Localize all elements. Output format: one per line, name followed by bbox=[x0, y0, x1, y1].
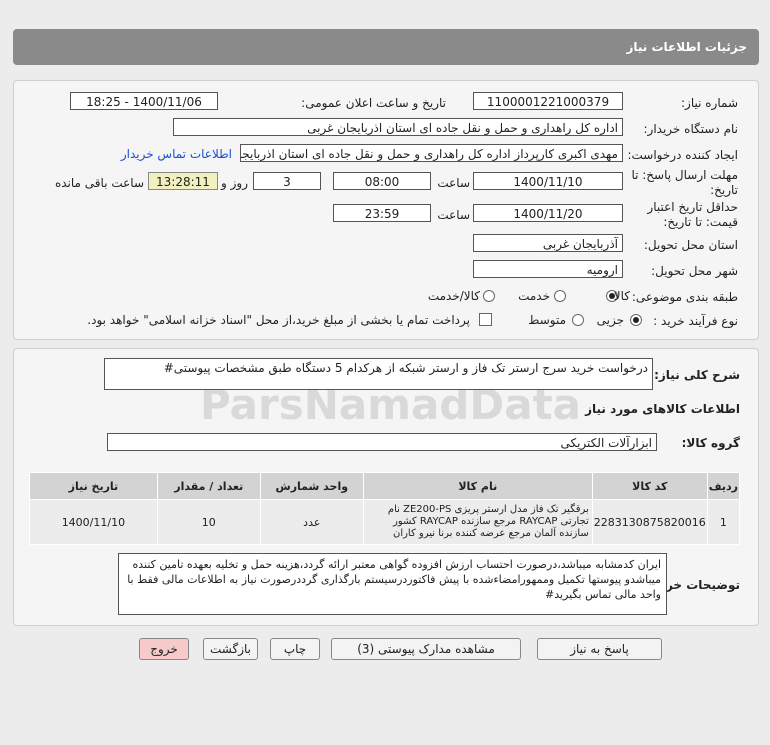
col-name: نام کالا bbox=[362, 472, 593, 500]
process-label: نوع فرآیند خرید : bbox=[653, 314, 738, 328]
cell-code: 2283130875820016 bbox=[591, 499, 708, 545]
validity-label-2: قیمت: تا تاریخ: bbox=[663, 215, 738, 229]
process-radio-medium[interactable] bbox=[572, 314, 584, 326]
goods-table: ردیف کد کالا نام کالا واحد شمارش تعداد /… bbox=[29, 472, 741, 545]
deadline-time-label: ساعت bbox=[437, 176, 470, 190]
goods-group-field: ابزارآلات الکتریکی bbox=[107, 433, 657, 451]
col-unit: واحد شمارش bbox=[259, 472, 364, 500]
process-option-minor: جزیی bbox=[596, 313, 624, 327]
announce-label: تاریخ و ساعت اعلان عمومی: bbox=[301, 96, 446, 110]
contact-buyer-link[interactable]: اطلاعات تماس خریدار bbox=[121, 147, 232, 161]
exit-button[interactable]: خروج bbox=[139, 638, 189, 660]
cell-qty: 10 bbox=[156, 499, 261, 545]
goods-group-label: گروه کالا: bbox=[681, 436, 740, 450]
cell-unit: عدد bbox=[259, 499, 364, 545]
validity-time-label: ساعت bbox=[437, 208, 470, 222]
deadline-label-1: مهلت ارسال پاسخ: تا bbox=[631, 168, 738, 182]
payment-note: پرداخت تمام یا بخشی از مبلغ خرید،از محل … bbox=[87, 313, 470, 327]
category-option-both: کالا/خدمت bbox=[427, 289, 480, 303]
need-number-field: 1100001221000379 bbox=[473, 92, 623, 110]
print-button[interactable]: چاپ bbox=[270, 638, 320, 660]
days-field: 3 bbox=[253, 172, 321, 190]
col-qty: تعداد / مقدار bbox=[156, 472, 261, 500]
table-row: 1 2283130875820016 برقگیر تک فاز مدل ارس… bbox=[29, 499, 741, 545]
deadline-date-field: 1400/11/10 bbox=[473, 172, 623, 190]
validity-time-field: 23:59 bbox=[333, 204, 431, 222]
process-option-medium: متوسط bbox=[528, 313, 566, 327]
attachments-button[interactable]: مشاهده مدارک پیوستی (3) bbox=[331, 638, 521, 660]
summary-field: درخواست خرید سرج ارستر تک فاز و ارستر شب… bbox=[104, 358, 653, 390]
page-title: جزئیات اطلاعات نیاز bbox=[626, 40, 747, 54]
col-row: ردیف bbox=[706, 472, 741, 500]
creator-label: ایجاد کننده درخواست: bbox=[627, 148, 738, 162]
cell-row: 1 bbox=[706, 499, 741, 545]
province-label: استان محل تحویل: bbox=[643, 238, 738, 252]
deadline-label-2: تاریخ: bbox=[710, 183, 738, 197]
deadline-time-field: 08:00 bbox=[333, 172, 431, 190]
page-header: جزئیات اطلاعات نیاز bbox=[13, 29, 759, 65]
city-field: ارومیه bbox=[473, 260, 623, 278]
reply-button[interactable]: پاسخ به نیاز bbox=[537, 638, 662, 660]
creator-field: مهدی اکبری کارپرداز اداره کل راهداری و ح… bbox=[240, 144, 623, 162]
col-code: کد کالا bbox=[591, 472, 708, 500]
validity-date-field: 1400/11/20 bbox=[473, 204, 623, 222]
announce-field: 1400/11/06 - 18:25 bbox=[70, 92, 218, 110]
category-radio-both[interactable] bbox=[483, 290, 495, 302]
goods-info-title: اطلاعات کالاهای مورد نیاز bbox=[585, 402, 740, 416]
col-date: تاریخ نیاز bbox=[29, 472, 158, 500]
province-field: آذربایجان غربی bbox=[473, 234, 623, 252]
remaining-label: ساعت باقی مانده bbox=[54, 176, 144, 190]
cell-name: برقگیر تک فاز مدل ارستر پریزی ZE200-PS ن… bbox=[362, 499, 593, 545]
summary-label: شرح کلی نیاز: bbox=[654, 368, 740, 382]
back-button[interactable]: بازگشت bbox=[203, 638, 258, 660]
cell-date: 1400/11/10 bbox=[29, 499, 158, 545]
buyer-org-label: نام دستگاه خریدار: bbox=[643, 122, 739, 136]
remaining-time-field: 13:28:11 bbox=[148, 172, 218, 190]
category-radio-service[interactable] bbox=[554, 290, 566, 302]
need-number-label: شماره نیاز: bbox=[681, 96, 738, 110]
category-label: طبقه بندی موضوعی: bbox=[631, 290, 738, 304]
buyer-org-field: اداره کل راهداری و حمل و نقل جاده ای است… bbox=[173, 118, 623, 136]
days-label: روز و bbox=[221, 176, 248, 190]
payment-checkbox[interactable] bbox=[479, 313, 492, 326]
process-radio-minor[interactable] bbox=[630, 314, 642, 326]
category-option-goods: کالا bbox=[613, 289, 630, 303]
validity-label-1: حداقل تاریخ اعتبار bbox=[647, 200, 738, 214]
buyer-notes-field: ایران کدمشابه میباشد،درصورت احتساب ارزش … bbox=[118, 553, 667, 615]
category-option-service: خدمت bbox=[518, 289, 550, 303]
city-label: شهر محل تحویل: bbox=[651, 264, 738, 278]
